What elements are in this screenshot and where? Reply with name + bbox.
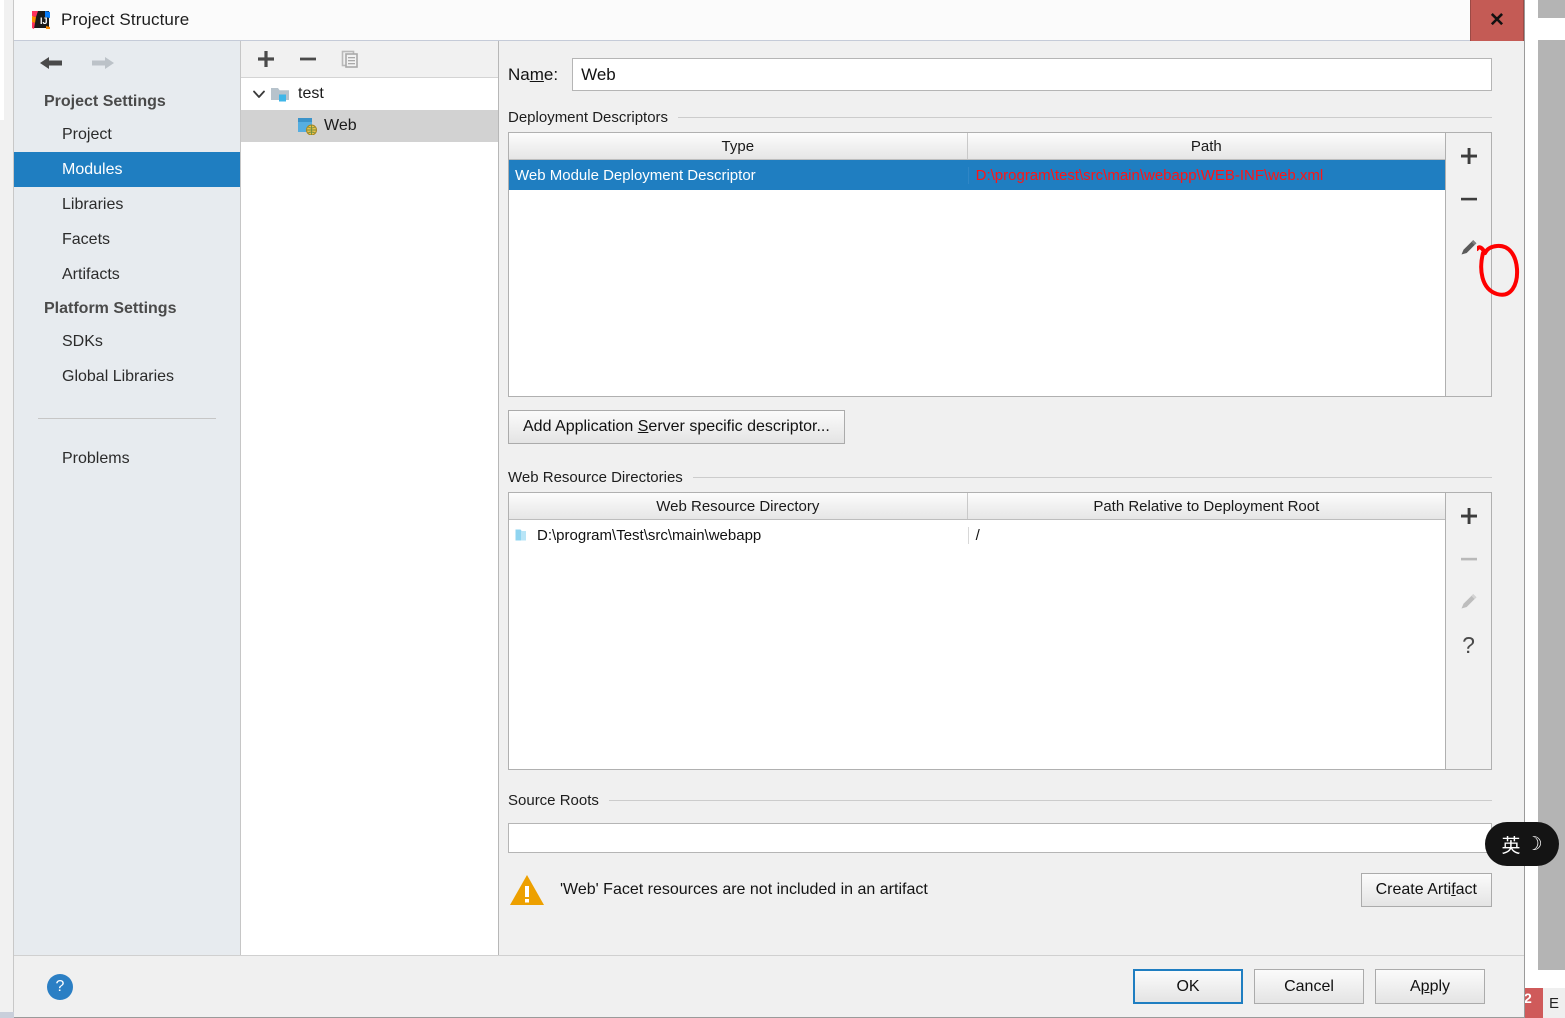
ime-mode-label: 英 bbox=[1501, 835, 1521, 857]
table-body: Web Module Deployment Descriptor D:\prog… bbox=[509, 160, 1445, 396]
table-row[interactable]: Web Module Deployment Descriptor D:\prog… bbox=[509, 160, 1445, 190]
cell-web-resource-directory: D:\program\Test\src\main\webapp bbox=[509, 527, 968, 544]
sidebar-item-libraries[interactable]: Libraries bbox=[14, 187, 240, 222]
name-input[interactable] bbox=[572, 58, 1492, 91]
module-tree-body: test Web bbox=[241, 78, 498, 955]
footer-buttons: OK Cancel Apply bbox=[1133, 969, 1485, 1004]
sidebar-item-sdks[interactable]: SDKs bbox=[14, 324, 240, 359]
dialog-body: Project Settings Project Modules Librari… bbox=[14, 41, 1524, 955]
web-resource-directories-header: Web Resource Directories bbox=[508, 469, 1492, 486]
deployment-descriptors-table: Type Path Web Module Deployment Descript… bbox=[508, 132, 1446, 397]
close-button[interactable]: ✕ bbox=[1470, 0, 1524, 42]
tree-node-label: test bbox=[298, 85, 324, 102]
group-rule bbox=[692, 477, 1492, 478]
module-folder-icon bbox=[271, 86, 291, 103]
tree-node-label: Web bbox=[324, 117, 357, 134]
deployment-descriptors-wrap: Type Path Web Module Deployment Descript… bbox=[508, 132, 1492, 397]
ime-indicator-badge: 英 ☽ bbox=[1485, 822, 1559, 866]
cell-path: D:\program\test\src\main\webapp\WEB-INF\… bbox=[967, 166, 1445, 184]
group-rule bbox=[608, 800, 1492, 801]
table-row[interactable]: D:\program\Test\src\main\webapp / bbox=[509, 520, 1445, 550]
sidebar-item-facets[interactable]: Facets bbox=[14, 222, 240, 257]
remove-web-resource-button[interactable] bbox=[1454, 546, 1484, 572]
svg-text:IJ: IJ bbox=[40, 16, 48, 26]
chevron-down-icon[interactable] bbox=[247, 86, 271, 102]
module-tree-toolbar bbox=[241, 41, 498, 78]
apply-button[interactable]: Apply bbox=[1375, 969, 1485, 1004]
cell-relative-path: / bbox=[967, 526, 1445, 544]
web-facet-icon bbox=[297, 117, 317, 136]
module-tree-panel: test Web bbox=[241, 41, 499, 955]
dialog-title: Project Structure bbox=[61, 10, 190, 29]
help-button[interactable]: ? bbox=[47, 973, 73, 1000]
create-artifact-button[interactable]: Create Artifact bbox=[1360, 873, 1492, 907]
edit-descriptor-button[interactable] bbox=[1454, 235, 1484, 261]
artifact-warning-text: 'Web' Facet resources are not included i… bbox=[560, 881, 928, 898]
source-roots-header: Source Roots bbox=[508, 792, 1492, 809]
sidebar-group-project-settings: Project Settings bbox=[44, 93, 166, 110]
web-resource-help-button[interactable]: ? bbox=[1454, 632, 1484, 658]
table-header: Web Resource Directory Path Relative to … bbox=[509, 493, 1445, 520]
web-resource-directories-toolbar: ? bbox=[1446, 492, 1492, 770]
ok-button[interactable]: OK bbox=[1133, 969, 1243, 1004]
sidebar-item-problems[interactable]: Problems bbox=[14, 441, 240, 476]
sidebar-item-artifacts[interactable]: Artifacts bbox=[14, 257, 240, 292]
add-application-server-descriptor-button[interactable]: Add Application Server specific descript… bbox=[508, 410, 845, 444]
sidebar-item-global-libraries[interactable]: Global Libraries bbox=[14, 359, 240, 394]
remove-module-button[interactable] bbox=[297, 48, 319, 70]
folder-icon bbox=[515, 528, 531, 542]
arrow-right-icon[interactable] bbox=[88, 54, 116, 72]
column-header-web-resource-directory[interactable]: Web Resource Directory bbox=[509, 493, 968, 519]
artifact-warning-row: 'Web' Facet resources are not included i… bbox=[508, 873, 1492, 907]
warning-triangle-icon bbox=[508, 873, 546, 907]
project-structure-dialog: IJ Project Structure ✕ Project Settings … bbox=[14, 0, 1525, 1018]
sidebar-navigation bbox=[14, 41, 240, 85]
name-label: Name: bbox=[508, 64, 559, 84]
add-web-resource-button[interactable] bbox=[1454, 503, 1484, 529]
group-rule bbox=[678, 117, 1492, 118]
deployment-descriptors-title: Deployment Descriptors bbox=[508, 109, 669, 126]
moon-icon: ☽ bbox=[1525, 833, 1543, 855]
web-resource-directories-wrap: Web Resource Directory Path Relative to … bbox=[508, 492, 1492, 770]
table-body: D:\program\Test\src\main\webapp / bbox=[509, 520, 1445, 769]
settings-sidebar: Project Settings Project Modules Librari… bbox=[14, 41, 241, 955]
column-header-relative-path[interactable]: Path Relative to Deployment Root bbox=[968, 493, 1445, 519]
background-taskbar-letter: E bbox=[1543, 988, 1565, 1018]
add-module-button[interactable] bbox=[255, 48, 277, 70]
sidebar-group-platform-settings: Platform Settings bbox=[44, 300, 177, 317]
tree-node-test[interactable]: test bbox=[241, 78, 498, 110]
dialog-titlebar: IJ Project Structure ✕ bbox=[14, 0, 1524, 42]
web-resource-directories-title: Web Resource Directories bbox=[508, 469, 683, 486]
background-left-white-sliver bbox=[0, 0, 4, 120]
table-header: Type Path bbox=[509, 133, 1445, 160]
copy-module-button[interactable] bbox=[339, 48, 361, 70]
add-descriptor-button[interactable] bbox=[1454, 143, 1484, 169]
sidebar-item-project[interactable]: Project bbox=[14, 117, 240, 152]
tree-node-web[interactable]: Web bbox=[241, 110, 498, 142]
background-left-sliver bbox=[0, 0, 14, 1018]
arrow-left-icon[interactable] bbox=[38, 54, 66, 72]
column-header-path[interactable]: Path bbox=[968, 133, 1445, 159]
deployment-descriptors-header: Deployment Descriptors bbox=[508, 109, 1492, 126]
source-roots-list[interactable] bbox=[508, 823, 1492, 853]
remove-descriptor-button[interactable] bbox=[1454, 186, 1484, 212]
sidebar-divider bbox=[38, 418, 216, 419]
sidebar-item-modules[interactable]: Modules bbox=[14, 152, 240, 187]
intellij-idea-icon: IJ bbox=[31, 10, 51, 30]
name-row: Name: bbox=[508, 58, 1492, 91]
module-settings-panel: Name: Deployment Descriptors Type Path W… bbox=[499, 41, 1524, 955]
column-header-type[interactable]: Type bbox=[509, 133, 968, 159]
background-panel-top bbox=[1538, 0, 1565, 18]
edit-web-resource-button[interactable] bbox=[1454, 589, 1484, 615]
dialog-footer: ? OK Cancel Apply bbox=[14, 955, 1524, 1017]
source-roots-title: Source Roots bbox=[508, 792, 599, 809]
deployment-descriptors-toolbar bbox=[1446, 132, 1492, 397]
web-resource-directories-table: Web Resource Directory Path Relative to … bbox=[508, 492, 1446, 770]
cell-text: D:\program\Test\src\main\webapp bbox=[537, 526, 762, 544]
cancel-button[interactable]: Cancel bbox=[1254, 969, 1364, 1004]
taskbar-badge-count: 2 bbox=[1524, 990, 1532, 1006]
cell-type: Web Module Deployment Descriptor bbox=[515, 166, 756, 184]
